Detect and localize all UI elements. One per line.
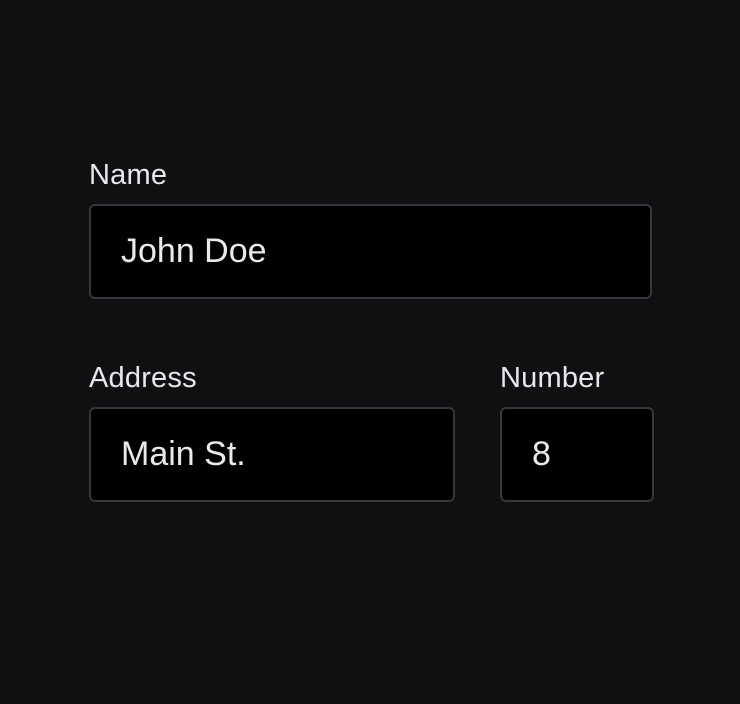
number-label: Number bbox=[500, 362, 605, 394]
address-label: Address bbox=[89, 362, 197, 394]
address-form: Name Address Number bbox=[89, 158, 654, 502]
number-field-group: Number bbox=[500, 361, 654, 502]
address-input[interactable] bbox=[89, 407, 455, 502]
name-input[interactable] bbox=[89, 204, 652, 299]
number-input[interactable] bbox=[500, 407, 654, 502]
name-label: Name bbox=[89, 159, 168, 191]
name-field-group: Name bbox=[89, 158, 652, 299]
address-row: Address Number bbox=[89, 361, 654, 502]
address-field-group: Address bbox=[89, 361, 455, 502]
